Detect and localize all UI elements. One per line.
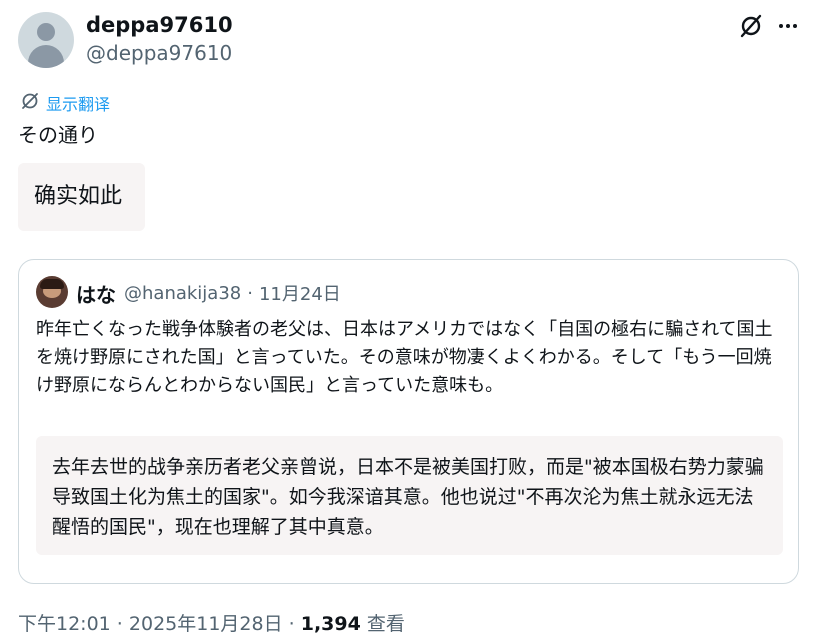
quoted-post-header: はな @hanakija38 · 11月24日 [76,279,341,308]
quoted-translation-box: 去年去世的战争亲历者老父亲曾说，日本不是被美国打败，而是"被本国极右势力蒙骗导致… [36,436,783,555]
avatar-head-shape [37,23,55,41]
views-count: 1,394 [300,613,361,635]
avatar-hair-shape [40,279,64,289]
views-label: 查看 [360,613,405,635]
post-text: その通り [18,123,98,147]
avatar-body-shape [28,45,64,68]
show-translation-label[interactable]: 显示翻译 [46,91,110,115]
separator-dot: · [282,613,301,635]
author-handle[interactable]: @deppa97610 [86,40,232,66]
grok-icon[interactable] [738,13,764,39]
post-date[interactable]: 2025年11月28日 [129,613,283,635]
more-icon[interactable] [776,14,800,38]
quoted-post-text: 昨年亡くなった戦争体験者の老父は、日本はアメリカではなく「自国の極右に騙されて国… [36,319,773,396]
show-translation-button[interactable]: 显示翻译 [20,92,110,114]
post-translation-text: 确实如此 [34,184,123,209]
translate-icon [20,91,40,115]
quoted-translation-text: 去年去世的战争亲历者老父亲曾说，日本不是被美国打败，而是"被本国极右势力蒙骗导致… [52,456,764,538]
quoted-author-avatar[interactable] [36,276,68,308]
author-display-name[interactable]: deppa97610 [86,12,233,38]
quoted-author-handle[interactable]: @hanakija38 [124,283,241,304]
quoted-author-name[interactable]: はな [76,279,116,308]
post-meta-footer: 下午12:01 · 2025年11月28日 · 1,394 查看 [18,609,405,636]
post-translation-box: 确实如此 [18,163,145,231]
quoted-post-date[interactable]: 11月24日 [259,280,341,306]
avatar[interactable] [18,12,74,68]
separator-dot: · [110,613,129,635]
separator-dot: · [247,282,253,304]
post-time[interactable]: 下午12:01 [18,613,111,635]
